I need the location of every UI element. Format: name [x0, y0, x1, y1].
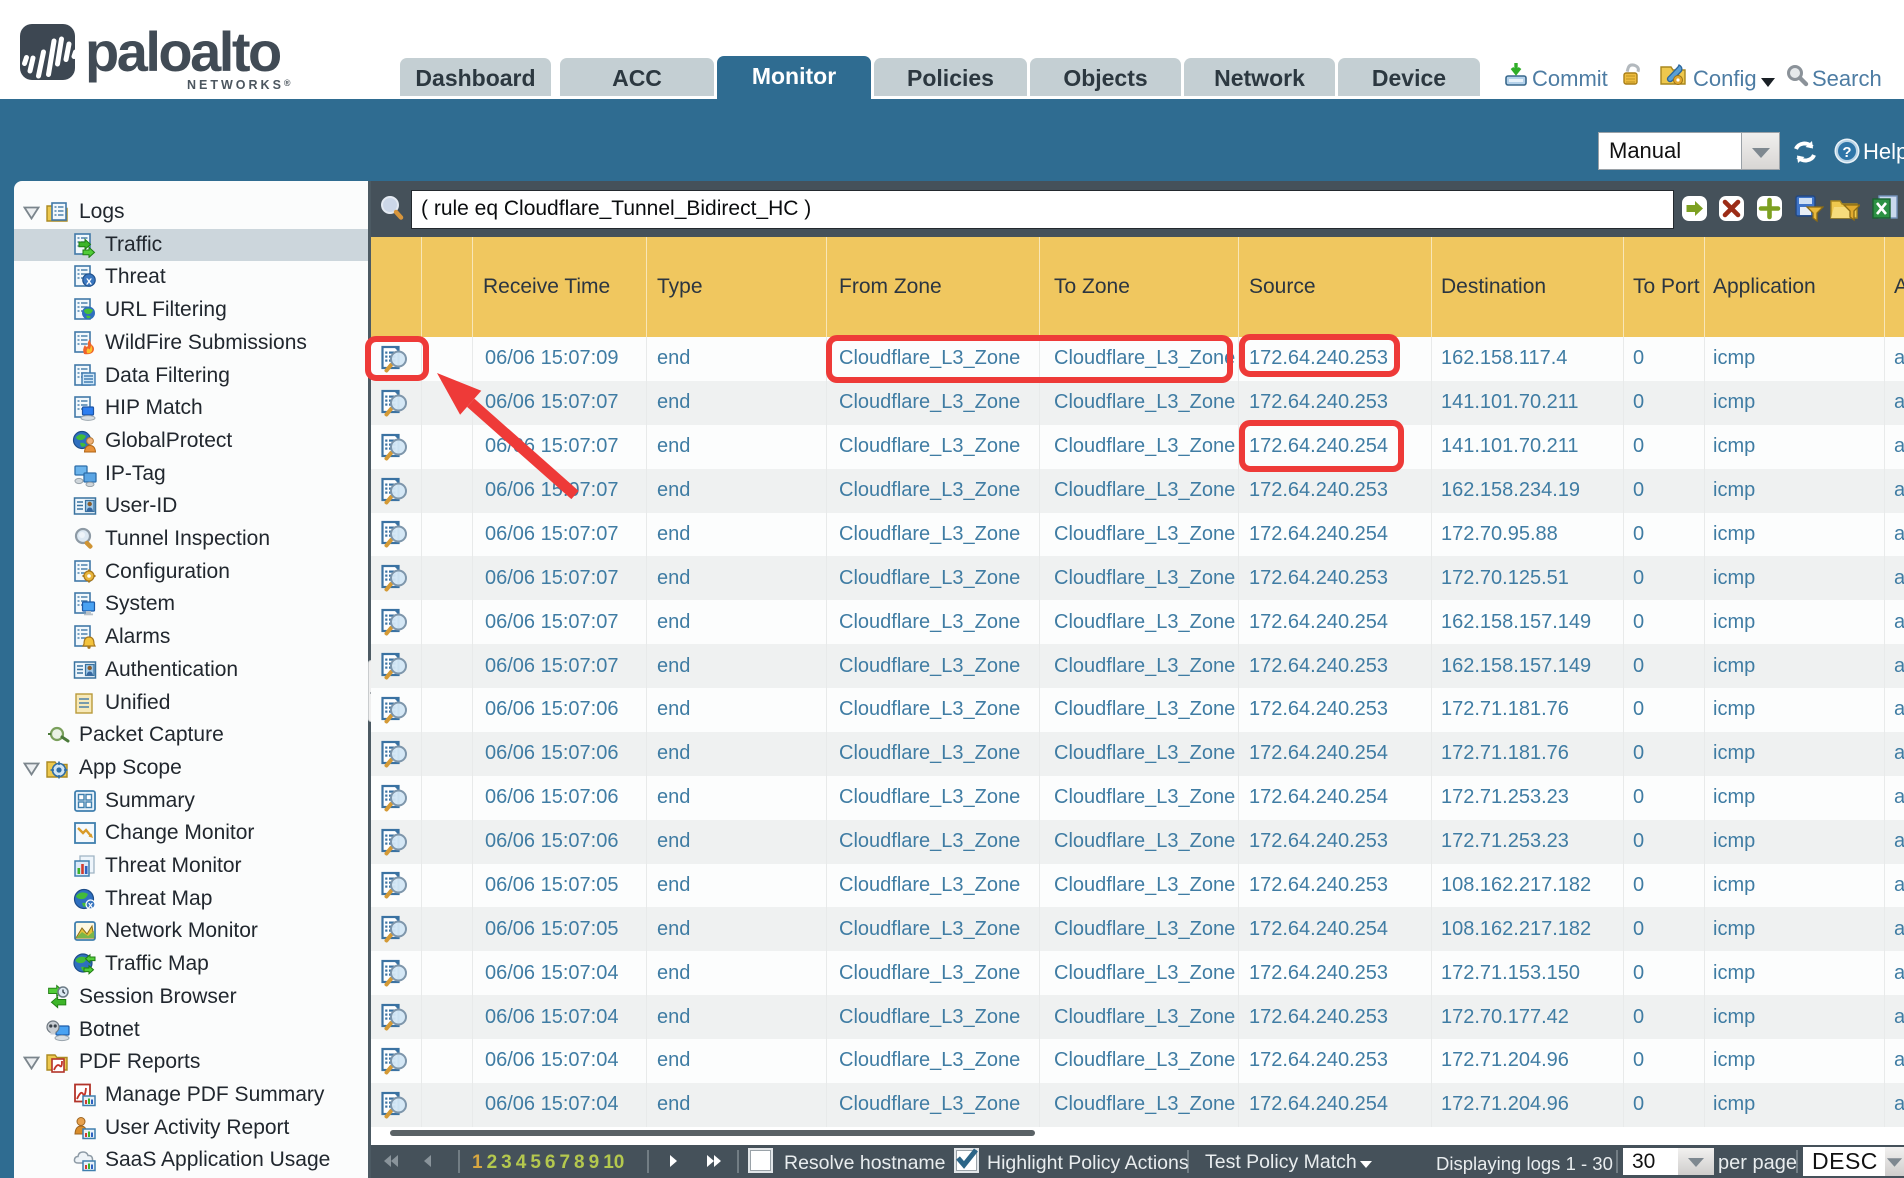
svg-text:?: ?: [1842, 144, 1851, 161]
svg-text:x: x: [88, 900, 93, 910]
svg-text:x: x: [86, 276, 93, 288]
